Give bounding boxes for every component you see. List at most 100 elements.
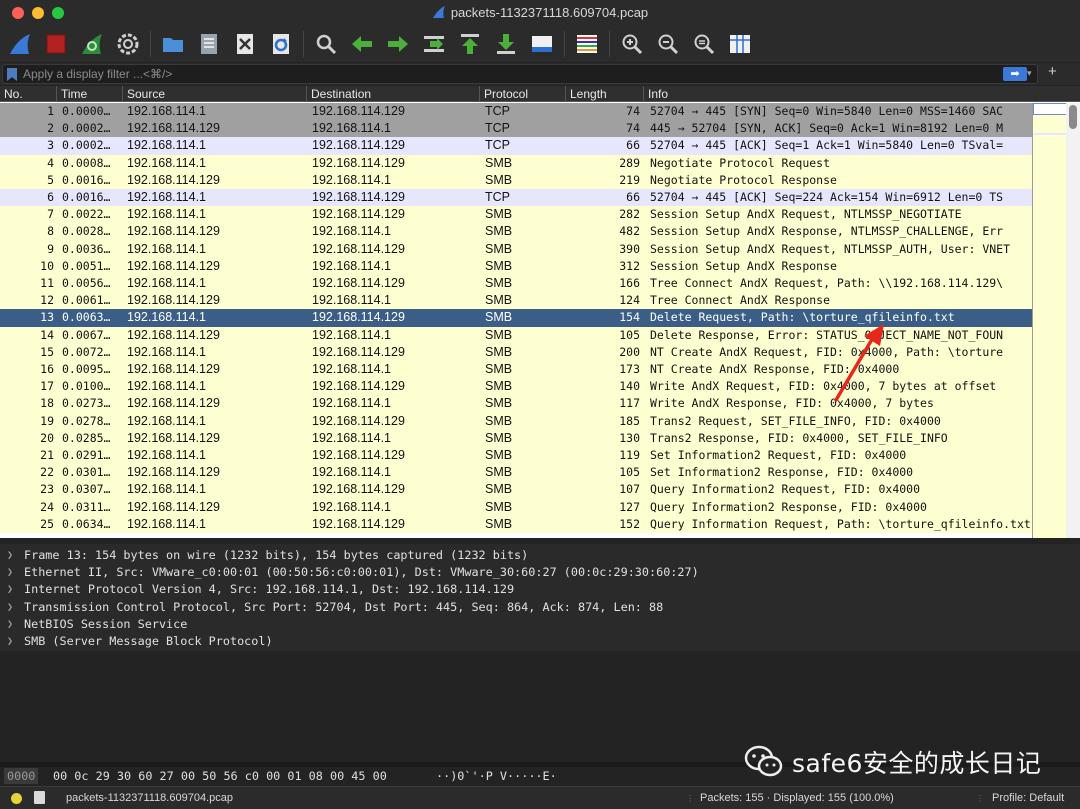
column-header-source[interactable]: Source bbox=[122, 86, 306, 102]
packet-row[interactable]: 2 0.0002… 192.168.114.129 192.168.114.1 TCP 7… bbox=[0, 120, 1032, 138]
display-filter-bar: Apply a display filter ...<⌘/> ➡ ▾ + bbox=[0, 63, 1080, 85]
display-filter-input[interactable]: Apply a display filter ...<⌘/> ➡ ▾ bbox=[2, 64, 1038, 84]
packet-list: No. Time Source Destination Protocol Len… bbox=[0, 86, 1080, 538]
packet-no: 18 bbox=[40, 396, 54, 411]
resize-columns-icon[interactable] bbox=[726, 30, 754, 58]
packet-row[interactable]: 20 0.0285… 192.168.114.129 192.168.114.1 SMB… bbox=[0, 429, 1032, 447]
packet-length: 200 bbox=[619, 344, 640, 359]
packet-row[interactable]: 9 0.0036… 192.168.114.1 192.168.114.129 SMB 3… bbox=[0, 240, 1032, 258]
packet-info: Query Information2 Response, FID: 0x4000 bbox=[650, 499, 927, 514]
packet-row[interactable]: 3 0.0002… 192.168.114.1 192.168.114.129 TCP 6… bbox=[0, 137, 1032, 155]
detail-tree-item[interactable]: ❯ Transmission Control Protocol, Src Port… bbox=[0, 599, 1080, 616]
packet-length: 74 bbox=[626, 104, 640, 118]
expand-arrow-icon[interactable]: ❯ bbox=[7, 581, 13, 598]
go-to-packet-icon[interactable] bbox=[420, 30, 448, 58]
packet-destination: 192.168.114.1 bbox=[312, 362, 392, 376]
find-packet-icon[interactable] bbox=[312, 30, 340, 58]
detail-tree-item[interactable]: ❯ SMB (Server Message Block Protocol) bbox=[0, 633, 1080, 650]
open-file-icon[interactable] bbox=[159, 30, 187, 58]
bytes-ascii[interactable]: ··)0`'·P V·····E· bbox=[436, 768, 557, 784]
packet-destination: 192.168.114.129 bbox=[312, 344, 405, 359]
last-packet-icon[interactable] bbox=[492, 30, 520, 58]
column-header-no[interactable]: No. bbox=[0, 86, 56, 102]
packet-list-scrollbar[interactable] bbox=[1066, 103, 1080, 538]
packet-no: 3 bbox=[47, 138, 54, 153]
chevron-down-icon[interactable]: ▾ bbox=[1027, 68, 1037, 79]
packet-row[interactable]: 22 0.0301… 192.168.114.129 192.168.114.1 SMB… bbox=[0, 464, 1032, 482]
close-file-icon[interactable] bbox=[231, 30, 259, 58]
packet-protocol: SMB bbox=[485, 362, 513, 376]
watermark-text: safe6安全的成长日记 bbox=[792, 749, 1042, 778]
packet-no: 16 bbox=[40, 362, 54, 376]
capture-comment-icon[interactable] bbox=[34, 791, 45, 804]
zoom-out-icon[interactable] bbox=[654, 30, 682, 58]
expand-arrow-icon[interactable]: ❯ bbox=[7, 616, 13, 633]
capture-options-icon[interactable] bbox=[114, 30, 142, 58]
bookmark-icon[interactable] bbox=[7, 68, 17, 81]
packet-row[interactable]: 8 0.0028… 192.168.114.129 192.168.114.1 SMB 4… bbox=[0, 223, 1032, 241]
packet-destination: 192.168.114.1 bbox=[312, 499, 392, 514]
packet-row[interactable]: 12 0.0061… 192.168.114.129 192.168.114.1 SMB… bbox=[0, 292, 1032, 310]
packet-row[interactable]: 21 0.0291… 192.168.114.1 192.168.114.129 SMB… bbox=[0, 447, 1032, 465]
autoscroll-icon[interactable] bbox=[528, 30, 556, 58]
column-header-info[interactable]: Info bbox=[643, 86, 1080, 102]
packet-row[interactable]: 23 0.0307… 192.168.114.1 192.168.114.129 SMB… bbox=[0, 481, 1032, 499]
zoom-normal-icon[interactable] bbox=[690, 30, 718, 58]
status-filename: packets-1132371118.609704.pcap bbox=[66, 792, 233, 804]
packet-row[interactable]: 24 0.0311… 192.168.114.129 192.168.114.1 SMB… bbox=[0, 498, 1032, 516]
packet-row[interactable]: 7 0.0022… 192.168.114.1 192.168.114.129 SMB 2… bbox=[0, 206, 1032, 224]
packet-row[interactable]: 1 0.0000… 192.168.114.1 192.168.114.129 TCP 7… bbox=[0, 103, 1032, 121]
expand-arrow-icon[interactable]: ❯ bbox=[7, 633, 13, 650]
filter-placeholder: Apply a display filter ...<⌘/> bbox=[23, 67, 173, 81]
save-file-icon[interactable] bbox=[195, 30, 223, 58]
packet-row[interactable]: 19 0.0278… 192.168.114.1 192.168.114.129 SMB… bbox=[0, 412, 1032, 430]
packet-no: 1 bbox=[47, 104, 54, 118]
packet-length: 152 bbox=[619, 516, 640, 531]
packet-row[interactable]: 6 0.0016… 192.168.114.1 192.168.114.129 TCP 6… bbox=[0, 189, 1032, 207]
first-packet-icon[interactable] bbox=[456, 30, 484, 58]
packet-no: 23 bbox=[40, 482, 54, 497]
packet-protocol: SMB bbox=[485, 465, 513, 480]
colorize-icon[interactable] bbox=[573, 30, 601, 58]
expand-arrow-icon[interactable]: ❯ bbox=[7, 547, 13, 564]
packet-source: 192.168.114.1 bbox=[127, 276, 207, 290]
apply-filter-arrow-icon[interactable]: ➡ bbox=[1003, 67, 1027, 81]
stop-capture-icon[interactable] bbox=[42, 30, 70, 58]
packet-destination: 192.168.114.129 bbox=[312, 310, 405, 325]
column-header-time[interactable]: Time bbox=[56, 86, 122, 102]
scrollbar-thumb[interactable] bbox=[1069, 105, 1077, 129]
packet-source: 192.168.114.1 bbox=[127, 155, 207, 170]
packet-length: 289 bbox=[619, 155, 640, 170]
packet-row[interactable]: 5 0.0016… 192.168.114.129 192.168.114.1 SMB 2… bbox=[0, 171, 1032, 189]
packet-source: 192.168.114.1 bbox=[127, 241, 207, 256]
packet-protocol: SMB bbox=[485, 327, 513, 342]
packet-destination: 192.168.114.129 bbox=[312, 138, 405, 153]
add-filter-button[interactable]: + bbox=[1048, 63, 1057, 80]
go-back-icon[interactable] bbox=[348, 30, 376, 58]
column-header-length[interactable]: Length bbox=[565, 86, 643, 102]
packet-row[interactable]: 4 0.0008… 192.168.114.1 192.168.114.129 SMB 2… bbox=[0, 154, 1032, 172]
go-forward-icon[interactable] bbox=[384, 30, 412, 58]
status-profile[interactable]: Profile: Default bbox=[992, 792, 1064, 804]
packet-minimap[interactable] bbox=[1032, 103, 1067, 538]
detail-tree-item[interactable]: ❯ NetBIOS Session Service bbox=[0, 616, 1080, 633]
zoom-in-icon[interactable] bbox=[618, 30, 646, 58]
reload-file-icon[interactable] bbox=[267, 30, 295, 58]
expand-arrow-icon[interactable]: ❯ bbox=[7, 564, 13, 581]
detail-tree-item[interactable]: ❯ Ethernet II, Src: VMware_c0:00:01 (00:5… bbox=[0, 564, 1080, 581]
shark-fin-start-icon[interactable] bbox=[6, 30, 34, 58]
detail-tree-item[interactable]: ❯ Internet Protocol Version 4, Src: 192.1… bbox=[0, 581, 1080, 598]
packet-row[interactable]: 25 0.0634… 192.168.114.1 192.168.114.129 SMB… bbox=[0, 515, 1032, 533]
packet-time: 0.0002… bbox=[62, 138, 111, 153]
expand-arrow-icon[interactable]: ❯ bbox=[7, 599, 13, 616]
column-header-protocol[interactable]: Protocol bbox=[479, 86, 565, 102]
packet-row[interactable]: 11 0.0056… 192.168.114.1 192.168.114.129 SMB… bbox=[0, 275, 1032, 293]
packet-row[interactable]: 10 0.0051… 192.168.114.129 192.168.114.1 SMB… bbox=[0, 257, 1032, 275]
packet-source: 192.168.114.1 bbox=[127, 310, 207, 325]
detail-tree-item[interactable]: ❯ Frame 13: 154 bytes on wire (1232 bits)… bbox=[0, 547, 1080, 564]
restart-capture-icon[interactable] bbox=[78, 30, 106, 58]
bytes-hex[interactable]: 00 0c 29 30 60 27 00 50 56 c0 00 01 08 0… bbox=[53, 768, 387, 784]
expert-info-icon[interactable] bbox=[11, 793, 22, 804]
column-header-destination[interactable]: Destination bbox=[306, 86, 479, 102]
packet-time: 0.0028… bbox=[62, 224, 111, 239]
